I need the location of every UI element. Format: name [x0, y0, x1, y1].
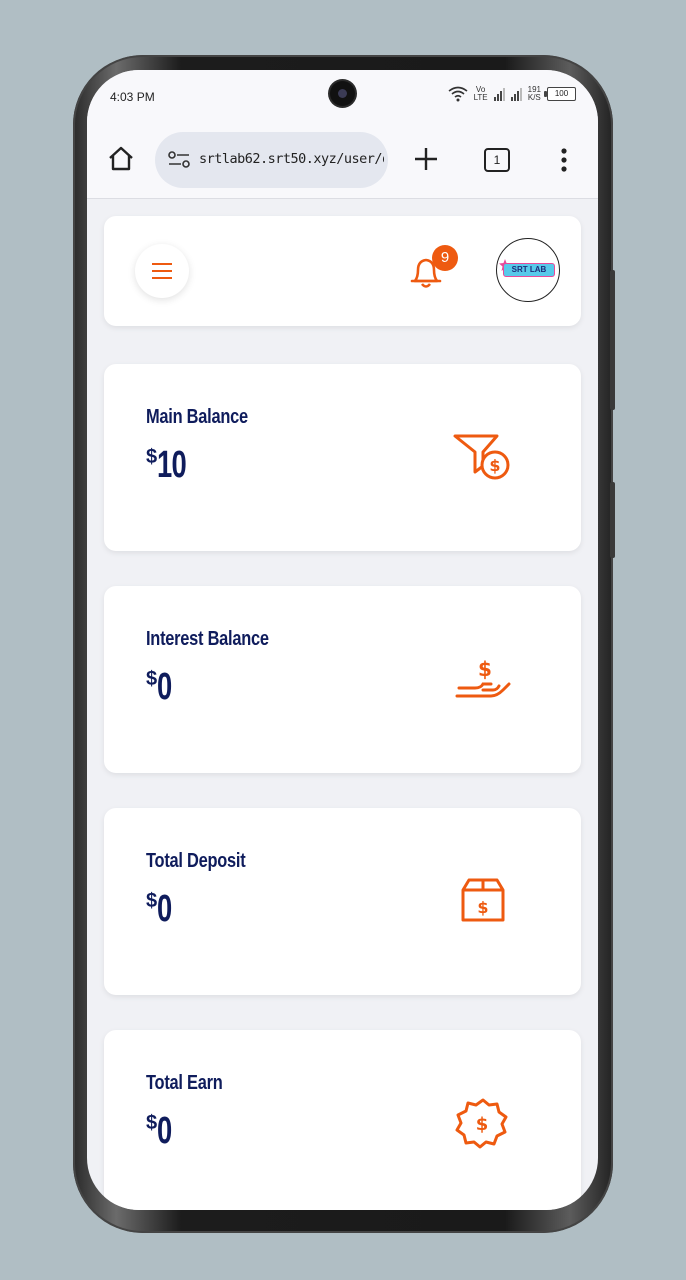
total-deposit-card: Total Deposit $0 $	[104, 808, 581, 995]
home-icon[interactable]	[107, 144, 135, 172]
hamburger-icon	[152, 263, 172, 279]
wifi-icon	[448, 86, 468, 102]
url-text[interactable]: srtlab62.srt50.xyz/user/d	[199, 151, 384, 167]
card-value: $0	[146, 666, 177, 709]
menu-button[interactable]	[135, 244, 189, 298]
battery-icon: 100	[544, 87, 576, 101]
top-nav-card: 9 SRT LAB	[104, 216, 581, 326]
screen: 4:03 PM Vo LTE 191 K/S 100 srtlab62.srt5…	[87, 70, 598, 1210]
badge-dollar-icon: $	[455, 1098, 508, 1149]
interest-balance-card: Interest Balance $0 $	[104, 586, 581, 773]
logo-text: SRT LAB	[503, 263, 555, 277]
card-label: Total Deposit	[146, 850, 246, 872]
hand-dollar-icon: $	[455, 657, 511, 698]
currency-symbol: $	[146, 668, 158, 690]
main-balance-card: Main Balance $10 $	[104, 364, 581, 551]
front-camera	[330, 81, 355, 106]
avatar[interactable]: SRT LAB	[496, 238, 560, 302]
currency-symbol: $	[146, 1112, 158, 1134]
more-menu-icon[interactable]	[557, 146, 571, 174]
status-time: 4:03 PM	[110, 90, 155, 104]
card-value: $0	[146, 1110, 177, 1153]
volte-indicator: Vo LTE	[473, 85, 488, 102]
volume-button	[610, 270, 615, 410]
svg-text:$: $	[478, 657, 492, 681]
total-earn-card: Total Earn $0 $	[104, 1030, 581, 1210]
card-value: $10	[146, 444, 197, 487]
page-content: 9 SRT LAB Main Balance $10 $ Interest Ba…	[87, 199, 598, 1210]
currency-symbol: $	[146, 446, 158, 468]
status-icons: Vo LTE 191 K/S 100	[448, 86, 576, 102]
site-settings-icon[interactable]	[167, 151, 191, 169]
network-speed: 191 K/S	[527, 85, 541, 102]
amount: 0	[157, 666, 172, 708]
address-bar[interactable]: srtlab62.srt50.xyz/user/d	[155, 132, 388, 188]
new-tab-icon[interactable]	[412, 145, 440, 173]
card-value: $0	[146, 888, 177, 931]
browser-toolbar: srtlab62.srt50.xyz/user/d 1	[87, 126, 598, 199]
amount: 10	[157, 444, 187, 486]
notification-badge: 9	[432, 245, 458, 271]
card-label: Interest Balance	[146, 628, 269, 650]
status-bar: 4:03 PM Vo LTE 191 K/S 100	[87, 70, 598, 126]
amount: 0	[157, 888, 172, 930]
funnel-dollar-icon: $	[453, 434, 510, 480]
signal-icon-2	[510, 87, 522, 101]
svg-text:$: $	[477, 898, 488, 917]
card-label: Main Balance	[146, 406, 248, 428]
power-button	[610, 482, 615, 558]
tab-switcher-button[interactable]: 1	[484, 148, 510, 172]
currency-symbol: $	[146, 890, 158, 912]
signal-icon	[493, 87, 505, 101]
amount: 0	[157, 1110, 172, 1152]
svg-text:$: $	[489, 456, 500, 475]
svg-text:$: $	[476, 1114, 489, 1135]
card-label: Total Earn	[146, 1072, 223, 1094]
box-dollar-icon: $	[461, 878, 505, 922]
